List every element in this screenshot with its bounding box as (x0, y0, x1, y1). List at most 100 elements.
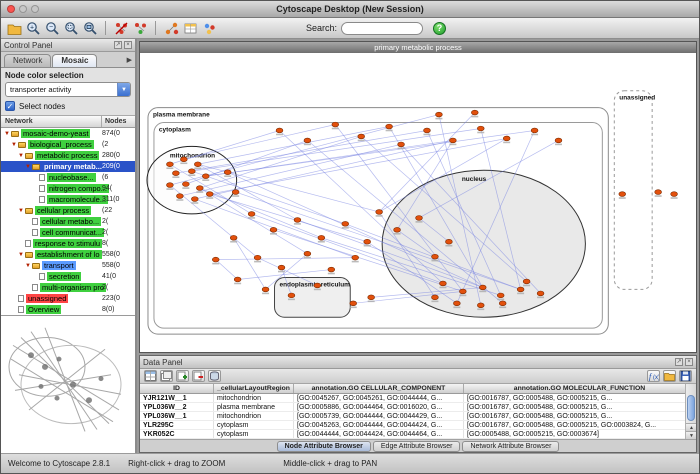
column-header-annotation-go-molecular-function[interactable]: annotation.GO MOLECULAR_FUNCTION (464, 384, 696, 393)
tree-row-overview[interactable]: Overview8(0) (1, 304, 135, 315)
tree-row-cell-communicat[interactable]: cell communicat...2( (1, 227, 135, 238)
table-cell[interactable]: [GO:0005488, GO:0005215, GO:0003674] (464, 430, 696, 438)
network-node[interactable] (232, 190, 239, 195)
tab-overflow-icon[interactable]: ▶ (127, 56, 132, 64)
network-node[interactable] (398, 142, 405, 147)
network-node[interactable] (350, 301, 357, 306)
network-node[interactable] (270, 227, 277, 232)
column-header-cellularlayoutregion[interactable]: _cellularLayoutRegion (214, 384, 294, 393)
table-cell[interactable]: [GO:0044444, GO:0044424, GO:0044464, G..… (294, 430, 464, 438)
expander-icon[interactable]: ▼ (24, 263, 32, 269)
tree-row-secretion[interactable]: secretion41(0 (1, 271, 135, 282)
table-cell[interactable]: YKR052C (140, 430, 214, 438)
network-node[interactable] (191, 197, 198, 202)
network-node[interactable] (537, 291, 544, 296)
network-edge[interactable] (216, 260, 238, 280)
network-node[interactable] (230, 235, 237, 240)
tree-row-response-to-stimulu[interactable]: response to stimulu8( (1, 238, 135, 249)
network-node[interactable] (224, 170, 231, 175)
search-input[interactable] (341, 22, 423, 35)
table-cell[interactable]: plasma membrane (214, 403, 294, 411)
tree-row-cellular-metabo[interactable]: cellular metabo...2( (1, 216, 135, 227)
tree-row-establishment-of-lo[interactable]: ▼establishment of lo558(0 (1, 249, 135, 260)
network-node[interactable] (234, 277, 241, 282)
open-session-icon[interactable] (6, 20, 22, 36)
network-node[interactable] (332, 122, 339, 127)
tree-row-mosaic-demo-yeast[interactable]: ▼mosaic-demo-yeast874(0 (1, 128, 135, 139)
tree-row-unassigned[interactable]: unassigned223(0 (1, 293, 135, 304)
network-node[interactable] (517, 287, 524, 292)
table-row-ypl036w-1[interactable]: YPL036W__1mitochondrion[GO:0005739, GO:0… (140, 412, 696, 421)
network-node[interactable] (196, 186, 203, 191)
network-node[interactable] (278, 265, 285, 270)
column-header-annotation-go-cellular-component[interactable]: annotation.GO CELLULAR_COMPONENT (294, 384, 464, 393)
network-node[interactable] (655, 190, 662, 195)
network-node[interactable] (619, 192, 626, 197)
table-cell[interactable]: mitochondrion (214, 394, 294, 402)
network-node[interactable] (212, 257, 219, 262)
zoom-selected-region-icon[interactable] (63, 20, 79, 36)
tab-network[interactable]: Network (4, 54, 51, 67)
network-node[interactable] (424, 128, 431, 133)
birds-eye-view[interactable] (1, 315, 135, 453)
network-node[interactable] (394, 227, 401, 232)
network-node[interactable] (304, 251, 311, 256)
network-node[interactable] (276, 128, 283, 133)
select-attributes-icon[interactable] (144, 370, 157, 382)
network-node[interactable] (499, 301, 506, 306)
close-panel-icon[interactable]: × (124, 41, 132, 49)
table-cell[interactable]: [GO:0045263, GO:0044444, GO:0044424, G..… (294, 421, 464, 429)
network-node[interactable] (364, 239, 371, 244)
scroll-down-icon[interactable]: ▼ (686, 431, 696, 439)
vizmapper-icon[interactable] (201, 20, 217, 36)
tree-row-nucleobase[interactable]: nucleobase...(6 (1, 172, 135, 183)
column-header-id[interactable]: ID (140, 384, 214, 393)
network-node[interactable] (432, 295, 439, 300)
expander-icon[interactable]: ▼ (10, 142, 18, 148)
tab-edge-attribute-browser[interactable]: Edge Attribute Browser (373, 441, 461, 452)
network-node[interactable] (248, 212, 255, 217)
network-node[interactable] (477, 126, 484, 131)
network-canvas[interactable]: plasma membranecytoplasmmitochondrionnuc… (140, 53, 696, 352)
table-cell[interactable]: mitochondrion (214, 412, 294, 420)
network-node[interactable] (531, 128, 538, 133)
tree-row-macromolecule[interactable]: macromolecule...311(0 (1, 194, 135, 205)
network-node[interactable] (202, 174, 209, 179)
network-node[interactable] (376, 210, 383, 215)
network-node[interactable] (180, 157, 187, 162)
network-node[interactable] (176, 194, 183, 199)
close-panel-icon[interactable]: × (685, 358, 693, 366)
table-row-ypl036w-2[interactable]: YPL036W__2plasma membrane[GO:0005886, GO… (140, 403, 696, 412)
tree-row-nitrogen-compo[interactable]: nitrogen compo...94( (1, 183, 135, 194)
table-cell[interactable]: [GO:0016787, GO:0005488, GO:0005215, G..… (464, 394, 696, 402)
minimize-window-icon[interactable] (19, 5, 27, 13)
table-cell[interactable]: [GO:0016787, GO:0005488, GO:0005215, GO:… (464, 421, 696, 429)
table-cell[interactable]: YPL036W__1 (140, 412, 214, 420)
network-node[interactable] (523, 279, 530, 284)
tree-column-nodes[interactable]: Nodes (102, 116, 135, 127)
zoom-window-icon[interactable] (31, 5, 39, 13)
attribute-grid-icon[interactable] (182, 20, 198, 36)
network-node[interactable] (446, 239, 453, 244)
tree-row-cellular-process[interactable]: ▼cellular process(22 (1, 205, 135, 216)
table-scrollbar[interactable]: ▲ ▼ (685, 384, 696, 439)
tab-node-attribute-browser[interactable]: Node Attribute Browser (277, 441, 371, 452)
table-cell[interactable]: [GO:0005739, GO:0044444, GO:0044429, G..… (294, 412, 464, 420)
network-node[interactable] (459, 289, 466, 294)
network-view-title[interactable]: primary metabolic process (140, 42, 696, 53)
zoom-out-icon[interactable]: − (44, 20, 60, 36)
close-window-icon[interactable] (7, 5, 15, 13)
network-node[interactable] (471, 110, 478, 115)
unhide-selected-icon[interactable] (132, 20, 148, 36)
delete-attribute-icon[interactable] (192, 370, 205, 382)
network-node[interactable] (288, 293, 295, 298)
network-node[interactable] (555, 138, 562, 143)
expander-icon[interactable]: ▼ (17, 252, 25, 258)
table-cell[interactable]: cytoplasm (214, 421, 294, 429)
network-node[interactable] (294, 217, 301, 222)
network-node[interactable] (328, 267, 335, 272)
expander-icon[interactable]: ▼ (3, 131, 11, 137)
node-color-dropdown[interactable]: transporter activity ▼ (5, 82, 131, 97)
network-node[interactable] (167, 162, 174, 167)
help-icon[interactable]: ? (433, 22, 446, 35)
